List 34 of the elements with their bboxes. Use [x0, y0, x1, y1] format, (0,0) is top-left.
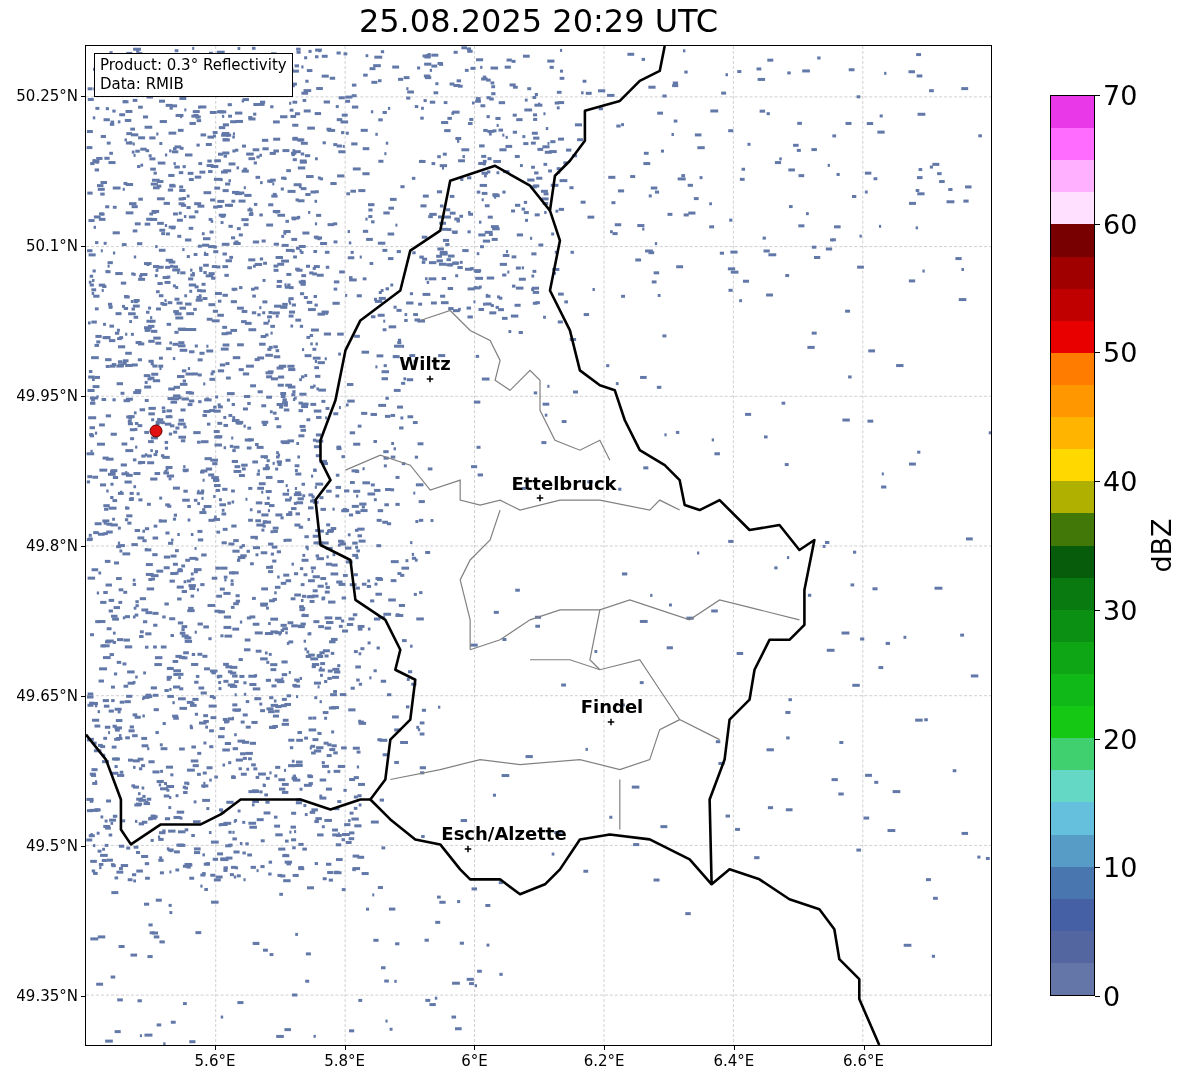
map-title: 25.08.2025 20:29 UTC: [357, 0, 720, 42]
colorbar-tick-label: 10: [1103, 853, 1138, 881]
city-label: Wiltz: [399, 352, 451, 374]
latitude-label: 49.5°N: [25, 837, 78, 855]
latitude-label: 50.25°N: [16, 87, 78, 105]
city-marker-icon: [607, 718, 615, 726]
latitude-label: 50.1°N: [25, 237, 78, 255]
city-marker-icon: [426, 375, 434, 383]
city-label: Ettelbruck: [511, 472, 617, 494]
colorbar-tick-label: 40: [1103, 467, 1138, 495]
colorbar-tick-label: 60: [1103, 210, 1138, 238]
longitude-label: 6.2°E: [583, 1052, 625, 1070]
city-marker-icon: [536, 494, 544, 502]
radar-site-marker: [149, 424, 163, 438]
colorbar-unit-label: dBZ: [1145, 518, 1177, 573]
info-text: Data: RMIB: [100, 75, 185, 94]
colorbar-tick-label: 70: [1103, 81, 1138, 109]
longitude-label: 6°E: [461, 1052, 488, 1070]
colorbar-tick-label: 50: [1103, 338, 1138, 366]
colorbar-tick-label: 0: [1103, 982, 1121, 1010]
city-label: Findel: [580, 695, 644, 717]
latitude-label: 49.95°N: [16, 387, 78, 405]
info-text: Product: 0.3° Reflectivity: [100, 56, 287, 75]
latitude-label: 49.8°N: [25, 537, 78, 555]
city-label: Esch/Alzette: [441, 822, 567, 844]
colorbar-tick-label: 30: [1103, 596, 1138, 624]
longitude-label: 5.8°E: [324, 1052, 366, 1070]
colorbar-tick-label: 20: [1103, 725, 1138, 753]
longitude-label: 6.6°E: [843, 1052, 884, 1070]
longitude-label: 6.4°E: [713, 1052, 755, 1070]
city-marker-icon: [464, 845, 472, 853]
latitude-label: 49.65°N: [16, 687, 78, 705]
latitude-label: 49.35°N: [16, 987, 78, 1005]
longitude-label: 5.6°E: [194, 1052, 236, 1070]
